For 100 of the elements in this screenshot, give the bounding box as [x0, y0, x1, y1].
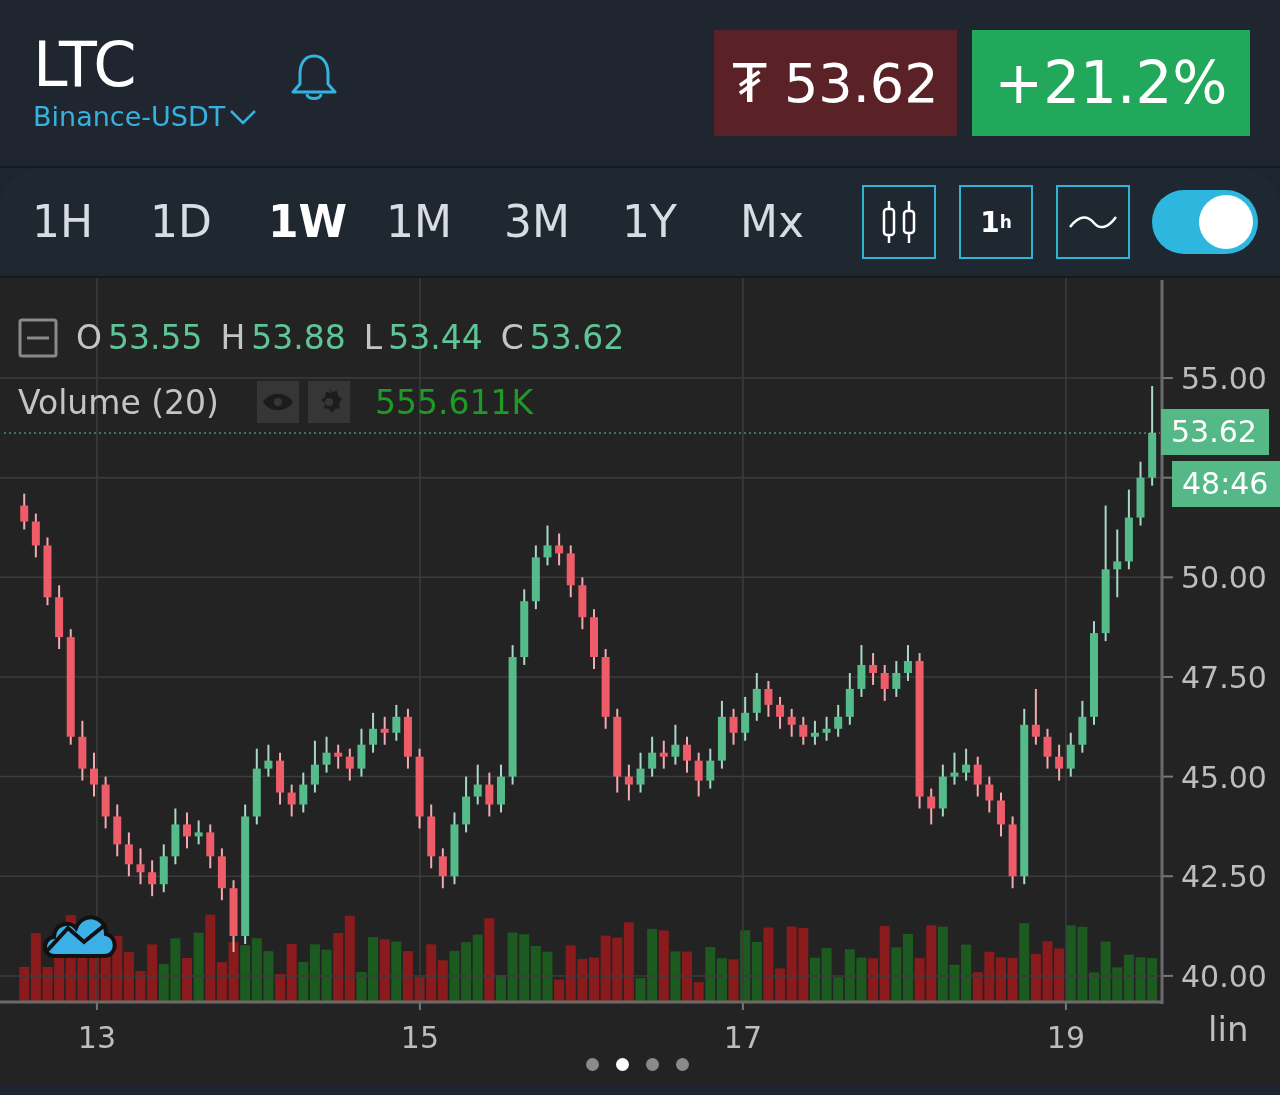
eye-icon [261, 391, 294, 413]
candlestick [183, 811, 192, 850]
candlestick [345, 747, 354, 782]
candlestick [950, 751, 959, 786]
ohlc-value: 53.62 [529, 318, 625, 358]
scale-label[interactable]: lin [1208, 1009, 1249, 1049]
candlestick [810, 719, 819, 746]
ohlc-label: C [500, 318, 524, 358]
candlestick [334, 743, 343, 770]
candlestick [706, 747, 715, 790]
candlestick [671, 723, 680, 766]
exchange-selector[interactable]: Binance-USDT [33, 102, 226, 132]
ohlc-value: 53.55 [108, 318, 203, 358]
candlestick [776, 695, 785, 730]
candlestick [857, 644, 866, 698]
candlestick [89, 751, 98, 798]
candlestick [1031, 687, 1040, 746]
candlestick [834, 703, 843, 738]
y-axis-label: 50.00 [1181, 560, 1267, 596]
candlestick [799, 715, 808, 746]
candlestick [380, 715, 389, 746]
x-axis-label: 13 [77, 1020, 116, 1055]
candlestick [694, 751, 703, 798]
page-dot[interactable] [646, 1058, 659, 1071]
countdown-tag: 48:46 [1172, 461, 1280, 508]
candlestick [764, 679, 773, 718]
candlestick [962, 747, 971, 782]
candlestick [438, 847, 447, 890]
candlestick [264, 743, 273, 778]
timeframe-tab[interactable]: 1M [386, 192, 504, 252]
candlestick [369, 711, 378, 754]
candlestick [357, 727, 366, 778]
y-axis-label: 45.00 [1181, 759, 1267, 795]
candlestick [1066, 731, 1075, 778]
page-dot[interactable] [616, 1058, 629, 1071]
candlestick [136, 847, 145, 886]
candlestick [624, 763, 633, 802]
volume-label: Volume (20) [18, 382, 219, 422]
candlestick [636, 751, 645, 794]
x-axis-label: 19 [1046, 1020, 1085, 1055]
page-dot[interactable] [676, 1058, 689, 1071]
candlestick [392, 703, 401, 742]
candlestick [322, 735, 331, 774]
candlestick [741, 695, 750, 742]
timeframe-tab[interactable]: Mx [740, 192, 858, 252]
candlestick-chart-button[interactable] [862, 185, 936, 259]
candlestick [299, 771, 308, 814]
page-dot[interactable] [586, 1058, 599, 1071]
ohlc-label: H [220, 318, 246, 358]
interval-button[interactable]: 1$^{h}$ [959, 185, 1033, 259]
line-chart-button[interactable] [1056, 185, 1130, 259]
candlestick [1055, 743, 1064, 782]
y-axis-label: 47.50 [1181, 659, 1267, 695]
volume-value: 555.611K [374, 382, 534, 422]
candlestick [648, 735, 657, 778]
timeframe-tab[interactable]: 1H [32, 192, 150, 252]
collapse-icon[interactable] [18, 318, 58, 358]
candlestick [729, 707, 738, 746]
candlestick [206, 823, 215, 870]
candlestick [752, 671, 761, 722]
candlestick [555, 532, 564, 567]
candlestick [869, 652, 878, 686]
price-badge: ₮ 53.62 [714, 30, 957, 136]
candlestick [892, 660, 901, 698]
candlestick [880, 664, 889, 702]
timeframe-tab[interactable]: 1W [268, 192, 386, 252]
timeframe-tab[interactable]: 1Y [622, 192, 740, 252]
candlestick [543, 524, 552, 567]
ohlc-label: L [363, 318, 383, 358]
change-badge: +21.2% [972, 30, 1250, 136]
ohlc-value: 53.44 [388, 318, 483, 358]
last-price-tag: 53.62 [1161, 409, 1269, 456]
timeframe-tab[interactable]: 1D [150, 192, 268, 252]
candlestick [927, 787, 936, 826]
x-axis-label: 15 [400, 1020, 439, 1055]
candlestick [903, 644, 912, 682]
ohlc-value: 53.88 [251, 318, 346, 358]
candlestick [310, 739, 319, 794]
y-axis-label: 40.00 [1181, 958, 1267, 994]
candlestick [1043, 727, 1052, 770]
chevron-down-icon[interactable] [229, 108, 258, 126]
candlestick [973, 755, 982, 798]
y-axis-label: 55.00 [1181, 361, 1267, 397]
candlestick [683, 735, 692, 774]
candlestick [124, 831, 133, 878]
candlestick [985, 775, 994, 814]
candlestick [659, 739, 668, 770]
candlestick [485, 771, 494, 818]
candlestick [148, 859, 157, 898]
candlestick [287, 783, 296, 818]
candlestick [1113, 528, 1122, 599]
candlestick [31, 512, 40, 559]
candlestick [20, 492, 29, 531]
ohlc-label: O [76, 318, 102, 358]
coin-symbol: LTC [33, 34, 138, 96]
candlestick [473, 763, 482, 806]
candlestick [996, 791, 1005, 838]
x-axis-label: 17 [723, 1020, 762, 1055]
timeframe-tab[interactable]: 3M [504, 192, 622, 252]
y-axis-label: 42.50 [1181, 859, 1267, 895]
